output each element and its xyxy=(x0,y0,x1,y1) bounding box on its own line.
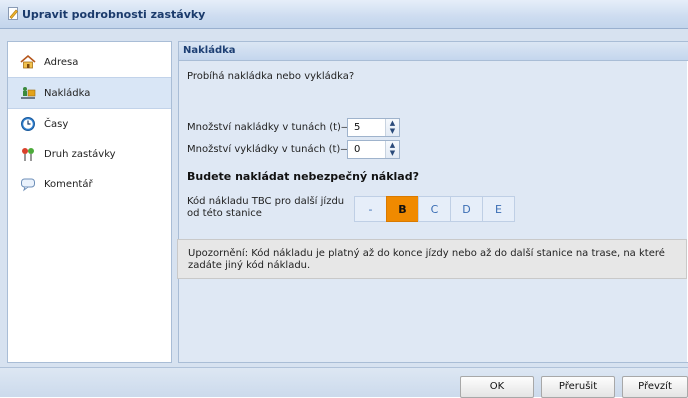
dialog-footer: OK Přerušit Převzít xyxy=(0,367,688,398)
tbc-option-c[interactable]: C xyxy=(418,196,451,222)
load-amount-label: Množství nakládky v tunách (t)— xyxy=(187,122,351,133)
tbc-option-d[interactable]: D xyxy=(450,196,483,222)
load-amount-value: 5 xyxy=(354,122,361,133)
tbc-option-none[interactable]: - xyxy=(354,196,387,222)
window-titlebar: Upravit podrobnosti zastávky xyxy=(0,0,688,29)
clock-icon xyxy=(20,116,36,132)
sidebar-item-label: Adresa xyxy=(44,56,79,68)
sidebar-nav: Adresa Nakládka Časy Druh zastávky Komen… xyxy=(7,41,172,363)
sidebar-item-address[interactable]: Adresa xyxy=(8,47,171,77)
house-icon xyxy=(20,54,36,70)
panel-header: Nakládka xyxy=(179,42,688,61)
sidebar-item-label: Komentář xyxy=(44,178,93,190)
tbc-option-e[interactable]: E xyxy=(482,196,515,222)
panel-body: Probíhá nakládka nebo vykládka? Množství… xyxy=(177,61,687,362)
sidebar-item-stop-type[interactable]: Druh zastávky xyxy=(8,139,171,169)
tbc-option-b[interactable]: B xyxy=(386,196,419,222)
chevron-down-icon[interactable]: ▼ xyxy=(386,149,399,157)
loading-icon xyxy=(20,85,36,101)
loading-panel: Nakládka Probíhá nakládka nebo vykládka?… xyxy=(177,41,688,363)
tbc-code-label: Kód nákladu TBC pro další jízdu od této … xyxy=(187,196,345,219)
comment-icon xyxy=(20,176,36,192)
unload-amount-value: 0 xyxy=(354,144,361,155)
load-amount-spin-buttons: ▲ ▼ xyxy=(385,119,399,136)
sidebar-item-label: Druh zastávky xyxy=(44,148,116,160)
unload-amount-spin-buttons: ▲ ▼ xyxy=(385,141,399,158)
chevron-up-icon[interactable]: ▲ xyxy=(386,119,399,127)
sidebar-item-comment[interactable]: Komentář xyxy=(8,169,171,199)
sidebar-item-times[interactable]: Časy xyxy=(8,109,171,139)
edit-document-icon xyxy=(8,7,19,21)
hazard-heading: Budete nakládat nebezpečný náklad? xyxy=(187,170,419,183)
unload-amount-stepper[interactable]: 0 ▲ ▼ xyxy=(347,140,400,159)
sidebar-item-label: Nakládka xyxy=(44,87,91,99)
unload-amount-label: Množství vykládky v tunách (t)— xyxy=(187,144,351,155)
tbc-code-selector: - B C D E xyxy=(354,196,515,222)
ok-button[interactable]: OK xyxy=(460,376,534,398)
sidebar-item-loading[interactable]: Nakládka xyxy=(8,77,171,109)
loading-question: Probíhá nakládka nebo vykládka? xyxy=(187,71,355,82)
chevron-up-icon[interactable]: ▲ xyxy=(386,141,399,149)
interrupt-button[interactable]: Přerušit xyxy=(541,376,615,398)
sidebar-item-label: Časy xyxy=(44,118,69,130)
map-pin-icon xyxy=(20,146,36,162)
dialog-body: Adresa Nakládka Časy Druh zastávky Komen… xyxy=(0,29,688,367)
tbc-notice: Upozornění: Kód nákladu je platný až do … xyxy=(177,239,687,279)
chevron-down-icon[interactable]: ▼ xyxy=(386,127,399,135)
load-amount-stepper[interactable]: 5 ▲ ▼ xyxy=(347,118,400,137)
window-title: Upravit podrobnosti zastávky xyxy=(22,8,206,21)
take-over-button[interactable]: Převzít xyxy=(622,376,688,398)
